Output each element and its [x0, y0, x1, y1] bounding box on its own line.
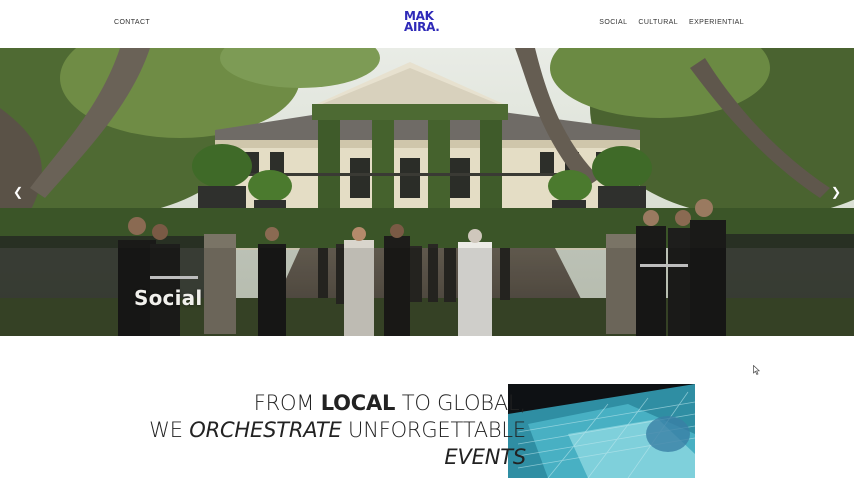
contact-link[interactable]: CONTACT: [114, 19, 150, 26]
nav-item-experiential[interactable]: EXPERIENTIAL: [689, 19, 744, 26]
brand-logo[interactable]: MAK AIRA.: [404, 10, 452, 34]
tagline-line-1: FROM LOCAL TO GLOBAL,: [253, 391, 526, 415]
nav-item-cultural[interactable]: CULTURAL: [638, 19, 678, 26]
slide-caption: Social: [134, 286, 203, 310]
hero-slider: Social ❮ ❯: [0, 48, 854, 336]
main-nav: SOCIAL CULTURAL EXPERIENTIAL: [599, 19, 744, 26]
chevron-left-icon[interactable]: ❮: [12, 185, 24, 199]
tagline: FROM LOCAL TO GLOBAL, WE ORCHESTRATE UNF…: [149, 390, 526, 471]
feature-image: [508, 384, 695, 478]
page: CONTACT MAK AIRA. SOCIAL CULTURAL EXPERI…: [0, 0, 854, 478]
hero-image: [0, 48, 854, 336]
chevron-right-icon[interactable]: ❯: [830, 185, 842, 199]
logo-line-2: AIRA.: [404, 20, 440, 34]
site-header: CONTACT MAK AIRA. SOCIAL CULTURAL EXPERI…: [0, 0, 854, 48]
tagline-line-2: WE ORCHESTRATE UNFORGETTABLE: [149, 418, 526, 442]
cursor-icon: [753, 365, 761, 375]
tagline-line-3: EVENTS: [444, 445, 526, 469]
nav-item-social[interactable]: SOCIAL: [599, 19, 627, 26]
